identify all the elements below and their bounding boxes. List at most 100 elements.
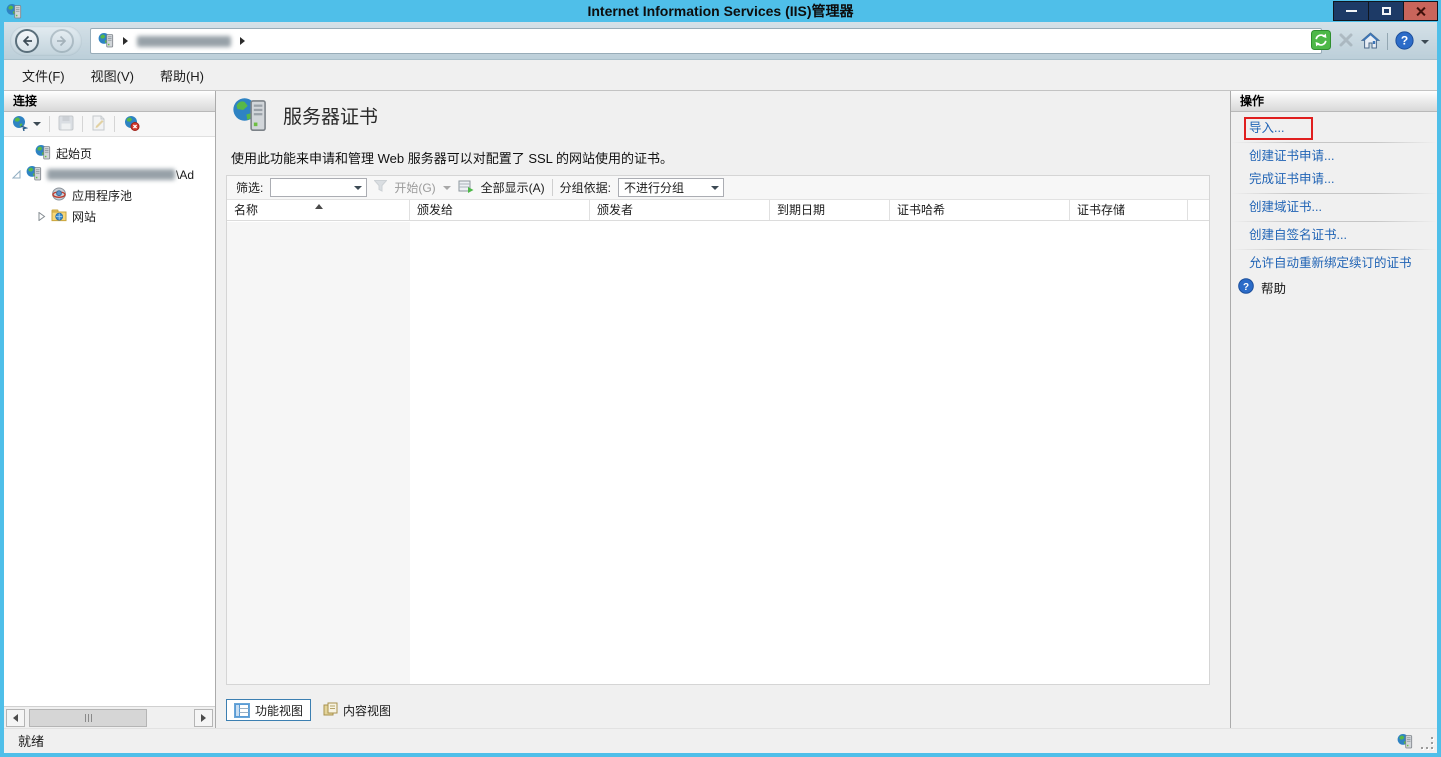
column-header-issued-to[interactable]: 颁发给 (410, 200, 590, 220)
help-button[interactable]: ? (1395, 31, 1414, 53)
tree-item-sites[interactable]: 网站 (4, 206, 215, 227)
forward-button[interactable] (50, 29, 74, 53)
action-create-self-signed-certificate[interactable]: 创建自签名证书... (1231, 224, 1437, 247)
connections-panel: 连接 起始页 (4, 91, 216, 728)
action-label: 完成证书申请... (1249, 172, 1334, 186)
expander-collapsed-icon[interactable] (37, 212, 46, 221)
toolbar-separator (82, 116, 83, 132)
menu-file[interactable]: 文件(F) (22, 66, 65, 85)
scroll-left-button[interactable] (6, 709, 25, 727)
sort-ascending-icon (315, 204, 323, 209)
title-bar: Internet Information Services (IIS)管理器 (0, 0, 1441, 22)
column-header-cert-store[interactable]: 证书存储 (1070, 200, 1188, 220)
maximize-icon (1382, 7, 1391, 15)
group-by-value: 不进行分组 (624, 179, 684, 196)
column-header-cert-hash[interactable]: 证书哈希 (890, 200, 1070, 220)
iis-server-icon (98, 32, 114, 51)
action-create-domain-certificate[interactable]: 创建域证书... (1231, 196, 1437, 219)
column-label: 证书存储 (1077, 203, 1125, 217)
actions-panel-header: 操作 (1231, 91, 1437, 112)
action-complete-certificate-request[interactable]: 完成证书申请... (1231, 168, 1437, 191)
disconnect-button[interactable] (123, 115, 140, 134)
server-name-suffix: \Ad (176, 168, 194, 182)
refresh-button[interactable] (1311, 30, 1331, 53)
horizontal-scrollbar[interactable] (4, 706, 215, 728)
certificates-list-empty[interactable] (227, 222, 1209, 684)
filter-caret-icon[interactable] (354, 186, 362, 190)
create-connection-caret-icon[interactable] (33, 122, 41, 126)
create-connection-button[interactable] (11, 115, 28, 134)
column-label: 颁发者 (597, 203, 633, 217)
connections-tree: 起始页 \Ad 应用程序池 网站 (4, 138, 215, 706)
maximize-button[interactable] (1368, 1, 1403, 21)
certificates-list-block: 筛选: 开始(G) 全部显示(A) 分组依据: 不进行分组 (226, 175, 1210, 685)
breadcrumb-arrow-icon[interactable] (123, 37, 128, 45)
iis-start-page-icon (35, 144, 51, 163)
go-caret-icon[interactable] (443, 186, 451, 190)
action-label: 导入... (1249, 121, 1284, 135)
home-button[interactable] (1361, 32, 1380, 52)
save-connections-button[interactable] (58, 115, 74, 134)
tree-item-label: 网站 (72, 208, 96, 225)
nav-button-group (10, 26, 82, 56)
sites-folder-icon (51, 207, 67, 226)
column-header-expiration[interactable]: 到期日期 (770, 200, 890, 220)
scrollbar-thumb[interactable] (29, 709, 147, 727)
iis-manager-window: { "window": { "title": "Internet Informa… (0, 0, 1441, 757)
tab-content-view[interactable]: 内容视图 (316, 699, 398, 721)
actions-separator (1231, 221, 1437, 222)
sorted-column-shading (227, 222, 410, 684)
tab-features-view[interactable]: 功能视图 (226, 699, 311, 721)
breadcrumb-arrow-icon[interactable] (240, 37, 245, 45)
server-certificates-panel: 服务器证书 使用此功能来申请和管理 Web 服务器可以对配置了 SSL 的网站使… (217, 91, 1230, 728)
action-help[interactable]: ? 帮助 (1231, 275, 1437, 299)
window-title: Internet Information Services (IIS)管理器 (0, 0, 1441, 22)
action-enable-auto-rebind[interactable]: 允许自动重新绑定续订的证书 (1231, 252, 1437, 275)
page-description: 使用此功能来申请和管理 Web 服务器可以对配置了 SSL 的网站使用的证书。 (231, 148, 673, 167)
actions-separator (1231, 249, 1437, 250)
tree-item-start-page[interactable]: 起始页 (4, 143, 215, 164)
connections-panel-header: 连接 (4, 91, 215, 112)
workspace: 连接 起始页 (4, 90, 1437, 728)
action-create-certificate-request[interactable]: 创建证书申请... (1231, 145, 1437, 168)
filter-label: 筛选: (236, 179, 263, 196)
group-by-caret-icon[interactable] (711, 186, 719, 190)
tree-item-application-pools[interactable]: 应用程序池 (4, 185, 215, 206)
menu-view[interactable]: 视图(V) (91, 66, 134, 85)
tree-item-server[interactable]: \Ad (4, 164, 215, 185)
column-header-name[interactable]: 名称 (227, 200, 410, 220)
application-pools-icon (51, 186, 67, 205)
column-header-issued-by[interactable]: 颁发者 (590, 200, 770, 220)
toolbar-separator (49, 116, 50, 132)
close-button[interactable] (1403, 1, 1438, 21)
breadcrumb-server-name-redacted[interactable] (137, 36, 231, 47)
minimize-button[interactable] (1333, 1, 1368, 21)
scroll-right-button[interactable] (194, 709, 213, 727)
connections-toolbar (4, 112, 215, 137)
menu-help[interactable]: 帮助(H) (160, 66, 204, 85)
minimize-icon (1346, 10, 1357, 12)
stop-button[interactable] (1338, 32, 1354, 51)
rename-button[interactable] (91, 115, 106, 134)
content-view-icon (323, 702, 338, 719)
features-view-icon (234, 703, 250, 718)
actions-list: 导入... 创建证书申请... 完成证书申请... 创建域证书... 创建自签名… (1231, 112, 1437, 299)
action-import[interactable]: 导入... (1231, 117, 1437, 140)
show-all-button[interactable]: 全部显示(A) (481, 179, 545, 196)
back-button[interactable] (15, 29, 39, 53)
resize-grip[interactable] (1419, 735, 1433, 749)
filter-input[interactable] (270, 178, 367, 197)
breadcrumb[interactable] (90, 28, 1322, 54)
column-label: 到期日期 (777, 203, 825, 217)
column-header-filler (1188, 200, 1209, 220)
expander-expanded-icon[interactable] (12, 170, 21, 179)
scroll-left-icon (13, 714, 18, 722)
column-label: 名称 (234, 203, 258, 217)
help-dropdown-caret-icon[interactable] (1421, 40, 1429, 44)
help-icon: ? (1238, 278, 1254, 297)
toolbar-separator (1387, 33, 1388, 50)
scroll-right-icon (201, 714, 206, 722)
group-by-select[interactable]: 不进行分组 (618, 178, 724, 197)
toolbar-separator (114, 116, 115, 132)
go-button[interactable]: 开始(G) (394, 179, 435, 196)
